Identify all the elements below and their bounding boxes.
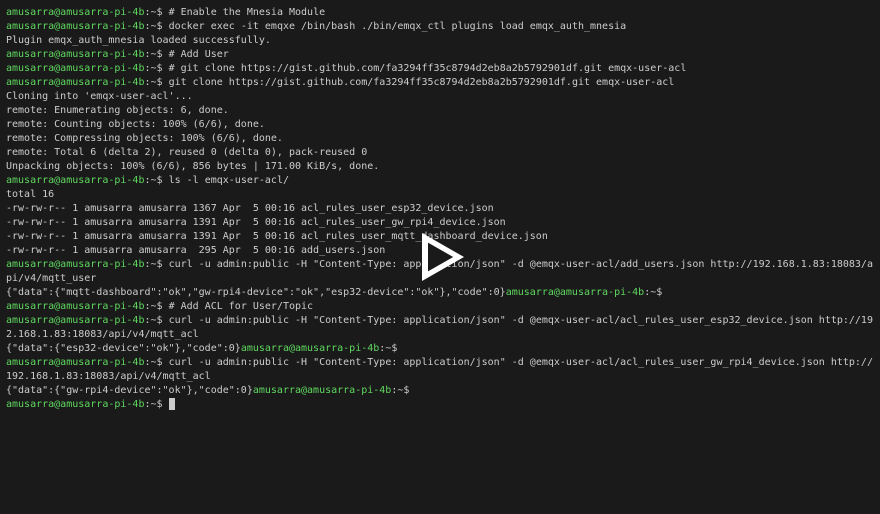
terminal-line: Cloning into 'emqx-user-acl'... — [6, 90, 874, 104]
prompt-separator: :~$ — [144, 49, 168, 60]
prompt-userhost: amusarra@amusarra-pi-4b — [6, 315, 144, 326]
terminal-output: amusarra@amusarra-pi-4b:~$ # Enable the … — [6, 6, 874, 412]
prompt-separator: :~$ — [144, 77, 168, 88]
terminal-line: remote: Total 6 (delta 2), reused 0 (del… — [6, 146, 874, 160]
terminal-line: -rw-rw-r-- 1 amusarra amusarra 1367 Apr … — [6, 202, 874, 216]
prompt-separator: :~$ — [144, 7, 168, 18]
prompt-separator: :~$ — [379, 343, 403, 354]
output-text: {"data":{"gw-rpi4-device":"ok"},"code":0… — [6, 385, 253, 396]
terminal-line: amusarra@amusarra-pi-4b:~$ # Add ACL for… — [6, 300, 874, 314]
command-text: # git clone https://gist.github.com/fa32… — [169, 63, 687, 74]
cursor — [169, 398, 175, 410]
play-icon — [410, 227, 470, 287]
prompt-userhost: amusarra@amusarra-pi-4b — [6, 63, 144, 74]
output-text: remote: Compressing objects: 100% (6/6),… — [6, 133, 283, 144]
prompt-userhost: amusarra@amusarra-pi-4b — [6, 49, 144, 60]
prompt-userhost: amusarra@amusarra-pi-4b — [6, 175, 144, 186]
prompt-separator: :~$ — [144, 315, 168, 326]
terminal-line: amusarra@amusarra-pi-4b:~$ # git clone h… — [6, 62, 874, 76]
prompt-separator: :~$ — [144, 259, 168, 270]
terminal-line: remote: Enumerating objects: 6, done. — [6, 104, 874, 118]
prompt-separator: :~$ — [644, 287, 668, 298]
terminal-line: Plugin emqx_auth_mnesia loaded successfu… — [6, 34, 874, 48]
output-text: Plugin emqx_auth_mnesia loaded successfu… — [6, 35, 271, 46]
prompt-userhost: amusarra@amusarra-pi-4b — [241, 343, 379, 354]
command-text: git clone https://gist.github.com/fa3294… — [169, 77, 675, 88]
terminal-line: amusarra@amusarra-pi-4b:~$ git clone htt… — [6, 76, 874, 90]
terminal-line: amusarra@amusarra-pi-4b:~$ # Enable the … — [6, 6, 874, 20]
output-text: Cloning into 'emqx-user-acl'... — [6, 91, 193, 102]
prompt-separator: :~$ — [144, 21, 168, 32]
terminal-line: remote: Compressing objects: 100% (6/6),… — [6, 132, 874, 146]
prompt-separator: :~$ — [144, 357, 168, 368]
prompt-userhost: amusarra@amusarra-pi-4b — [6, 399, 144, 410]
command-text: # Add User — [169, 49, 229, 60]
prompt-userhost: amusarra@amusarra-pi-4b — [6, 21, 144, 32]
command-text: docker exec -it emqxe /bin/bash ./bin/em… — [169, 21, 627, 32]
command-text: # Add ACL for User/Topic — [169, 301, 314, 312]
prompt-userhost: amusarra@amusarra-pi-4b — [6, 357, 144, 368]
terminal-line: amusarra@amusarra-pi-4b:~$ docker exec -… — [6, 20, 874, 34]
output-text: total 16 — [6, 189, 54, 200]
terminal-line: remote: Counting objects: 100% (6/6), do… — [6, 118, 874, 132]
output-text: -rw-rw-r-- 1 amusarra amusarra 1367 Apr … — [6, 203, 494, 214]
output-text: remote: Counting objects: 100% (6/6), do… — [6, 119, 265, 130]
prompt-separator: :~$ — [144, 175, 168, 186]
output-text: remote: Enumerating objects: 6, done. — [6, 105, 229, 116]
terminal-line: {"data":{"mqtt-dashboard":"ok","gw-rpi4-… — [6, 286, 874, 300]
terminal-line: amusarra@amusarra-pi-4b:~$ ls -l emqx-us… — [6, 174, 874, 188]
terminal-line: {"data":{"gw-rpi4-device":"ok"},"code":0… — [6, 384, 874, 398]
prompt-separator: :~$ — [391, 385, 415, 396]
prompt-separator: :~$ — [144, 63, 168, 74]
terminal-line: Unpacking objects: 100% (6/6), 856 bytes… — [6, 160, 874, 174]
prompt-separator: :~$ — [144, 301, 168, 312]
prompt-userhost: amusarra@amusarra-pi-4b — [253, 385, 391, 396]
output-text: {"data":{"mqtt-dashboard":"ok","gw-rpi4-… — [6, 287, 506, 298]
terminal-line: amusarra@amusarra-pi-4b:~$ # Add User — [6, 48, 874, 62]
prompt-userhost: amusarra@amusarra-pi-4b — [6, 301, 144, 312]
prompt-userhost: amusarra@amusarra-pi-4b — [6, 77, 144, 88]
prompt-separator: :~$ — [144, 399, 168, 410]
command-text: ls -l emqx-user-acl/ — [169, 175, 289, 186]
terminal-line: amusarra@amusarra-pi-4b:~$ — [6, 398, 874, 412]
output-text: remote: Total 6 (delta 2), reused 0 (del… — [6, 147, 367, 158]
output-text: Unpacking objects: 100% (6/6), 856 bytes… — [6, 161, 379, 172]
terminal-line: {"data":{"esp32-device":"ok"},"code":0}a… — [6, 342, 874, 356]
prompt-userhost: amusarra@amusarra-pi-4b — [6, 259, 144, 270]
play-button[interactable] — [410, 227, 470, 287]
terminal-line: amusarra@amusarra-pi-4b:~$ curl -u admin… — [6, 314, 874, 342]
terminal-line: total 16 — [6, 188, 874, 202]
prompt-userhost: amusarra@amusarra-pi-4b — [506, 287, 644, 298]
output-text: -rw-rw-r-- 1 amusarra amusarra 295 Apr 5… — [6, 245, 385, 256]
output-text: {"data":{"esp32-device":"ok"},"code":0} — [6, 343, 241, 354]
command-text: # Enable the Mnesia Module — [169, 7, 326, 18]
prompt-userhost: amusarra@amusarra-pi-4b — [6, 7, 144, 18]
terminal-line: amusarra@amusarra-pi-4b:~$ curl -u admin… — [6, 356, 874, 384]
